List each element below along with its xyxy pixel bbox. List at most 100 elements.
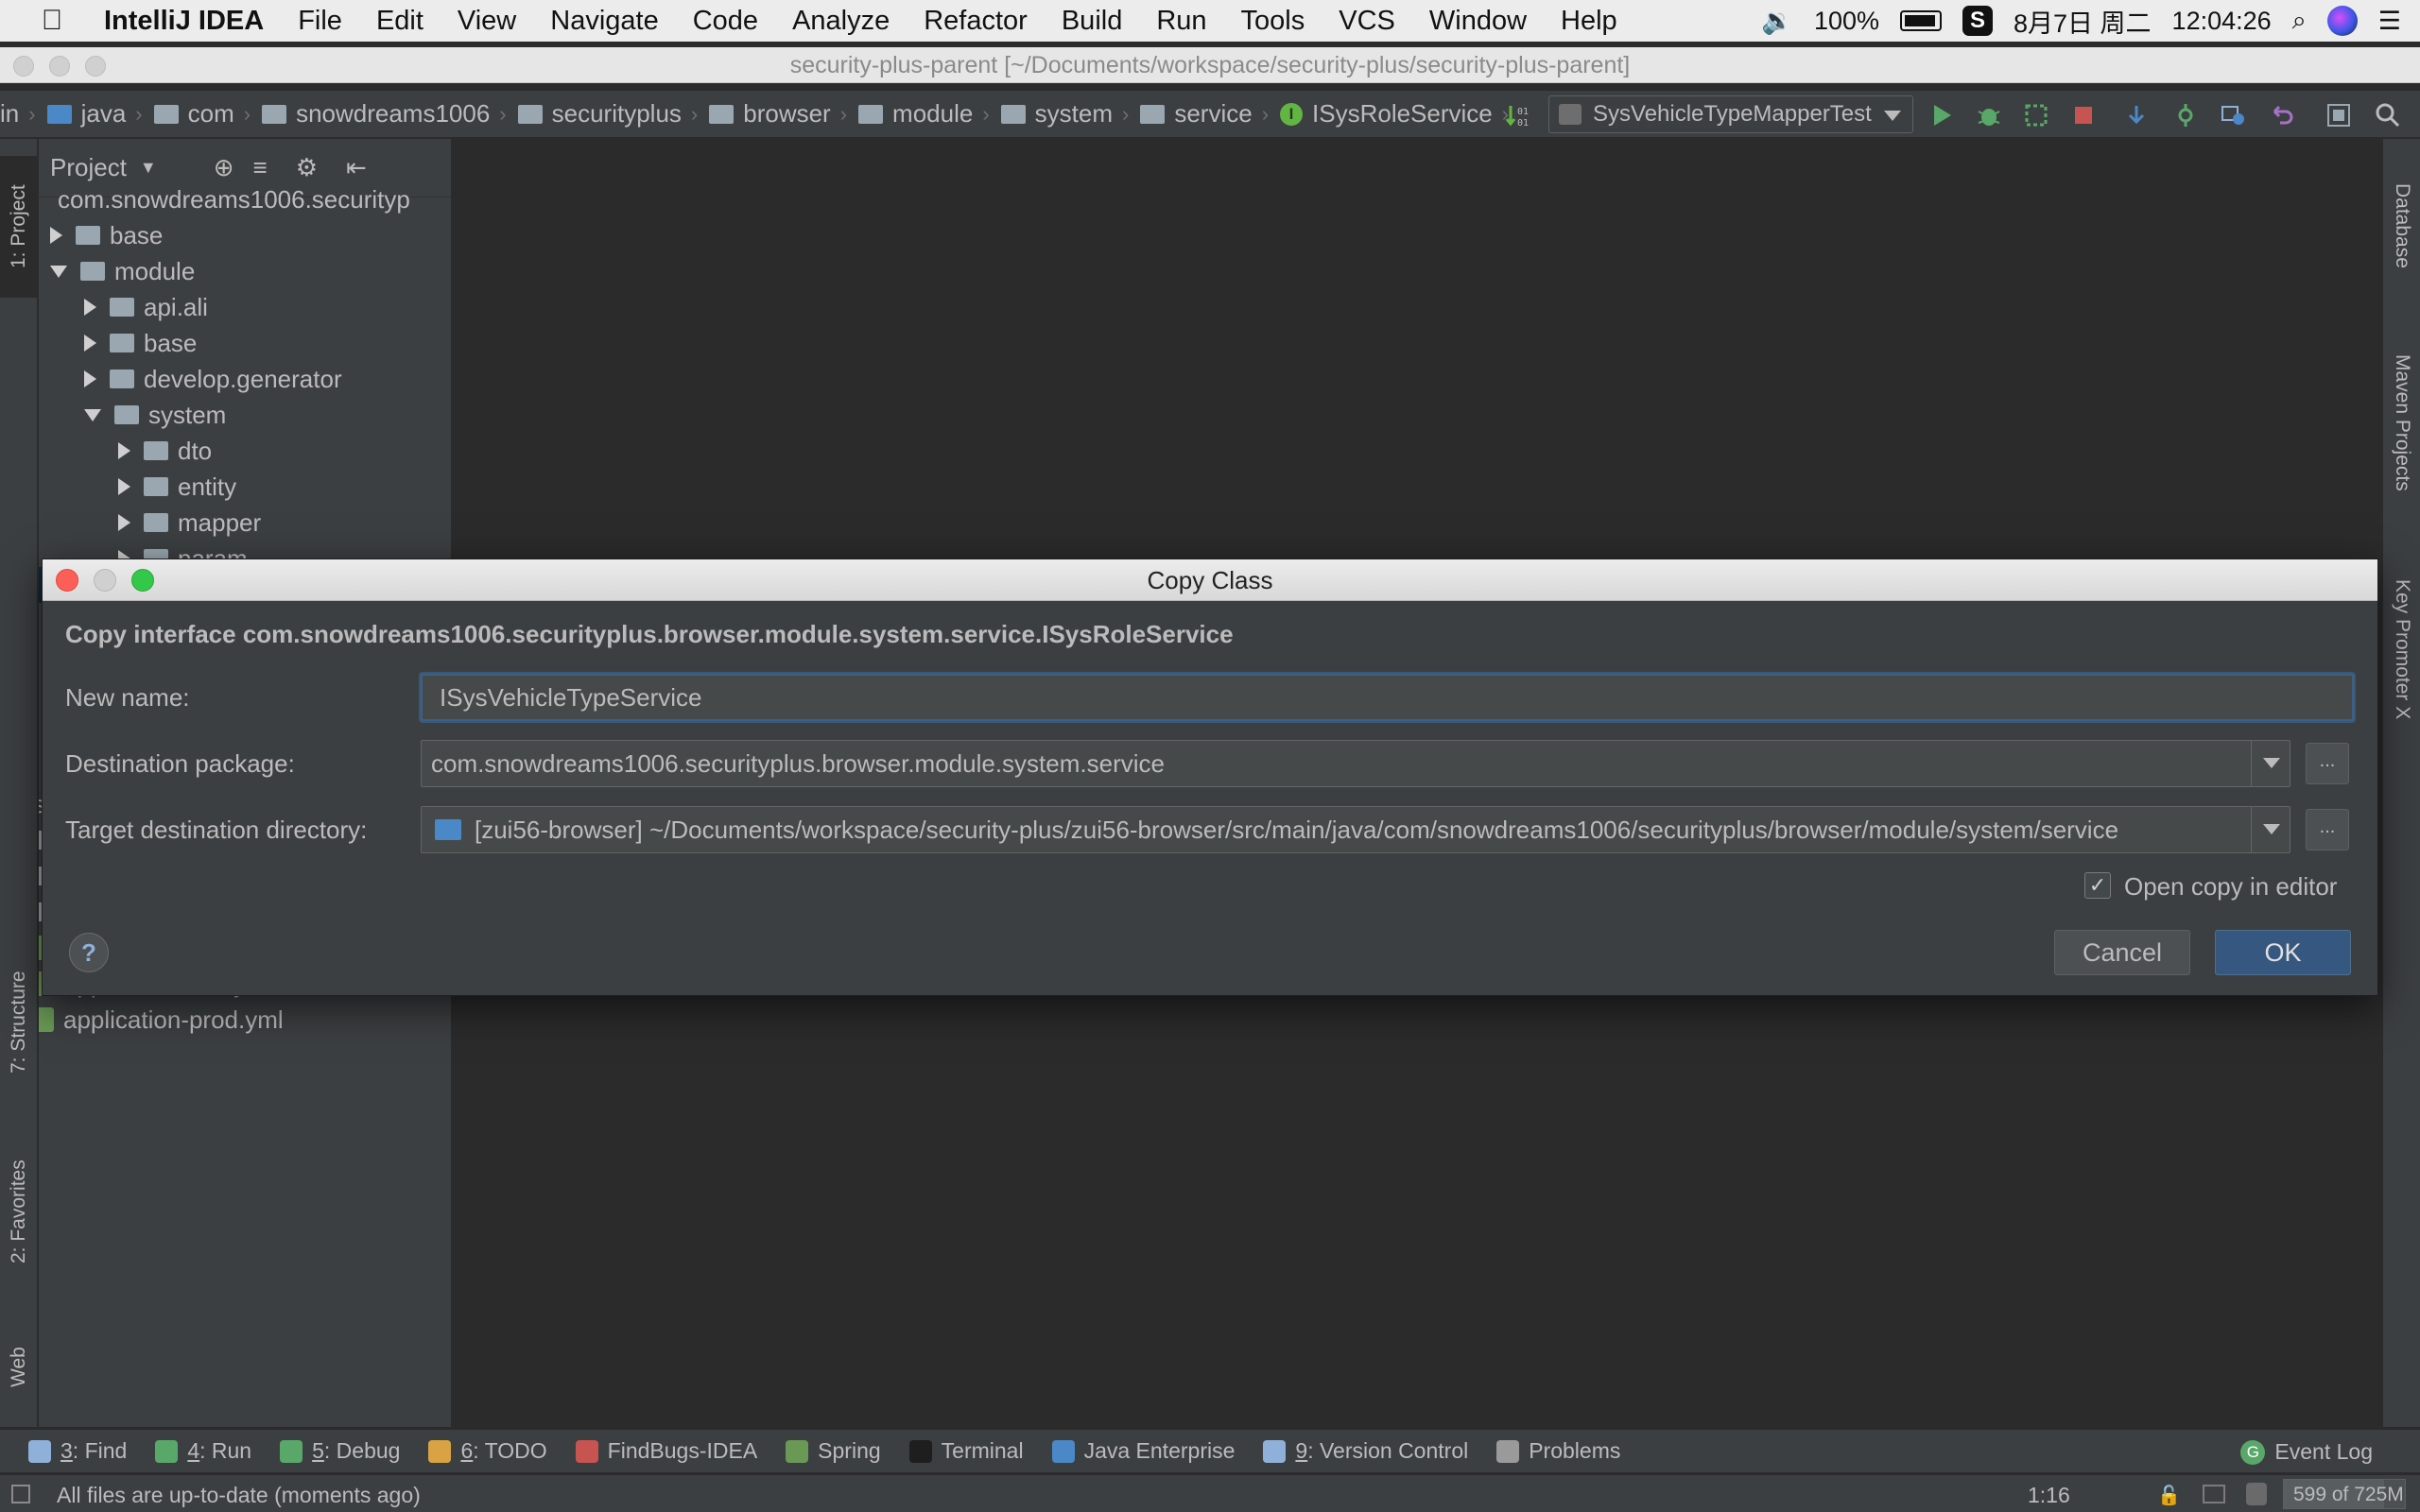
cancel-button[interactable]: Cancel xyxy=(2054,930,2190,975)
clock-date[interactable]: 8月7日 周二 xyxy=(2014,3,2152,40)
new-name-input[interactable]: ISysVehicleTypeService xyxy=(421,674,2354,721)
chevron-right-icon[interactable] xyxy=(84,335,96,352)
dialog-close-button[interactable] xyxy=(56,569,78,592)
breadcrumb-system[interactable]: system › xyxy=(990,99,1129,129)
tree-item-module[interactable]: module xyxy=(50,253,195,289)
clock-time[interactable]: 12:04:26 xyxy=(2172,7,2272,36)
tool-button-debug[interactable]: 5: Debug xyxy=(280,1438,400,1464)
vcs-update-icon[interactable] xyxy=(2123,102,2150,129)
siri-icon[interactable] xyxy=(2326,6,2358,36)
memory-indicator[interactable]: 599 of 725M xyxy=(2283,1479,2406,1509)
menu-code[interactable]: Code xyxy=(676,6,775,37)
tool-button-todo[interactable]: 6: TODO xyxy=(428,1438,547,1464)
breadcrumb-isysroleservice[interactable]: I ISysRoleService › xyxy=(1269,99,1509,129)
menu-tools[interactable]: Tools xyxy=(1224,6,1322,37)
menu-build[interactable]: Build xyxy=(1045,6,1140,37)
event-log-button[interactable]: G Event Log xyxy=(2240,1439,2373,1465)
window-minimize-button[interactable] xyxy=(49,56,70,77)
tab-key-promoter-x[interactable]: Key Promoter X xyxy=(2383,555,2420,744)
destination-package-dropdown[interactable] xyxy=(2251,740,2290,787)
tree-item-com-snowdreams1006-securityp[interactable]: com.snowdreams1006.securityp xyxy=(48,181,410,217)
debug-icon[interactable] xyxy=(1976,102,2002,129)
coverage-icon[interactable] xyxy=(2023,102,2049,129)
chevron-right-icon[interactable] xyxy=(118,478,130,495)
destination-package-input[interactable]: com.snowdreams1006.securityplus.browser.… xyxy=(421,740,2290,787)
chevron-down-icon[interactable]: ▼ xyxy=(140,158,157,178)
lock-icon[interactable]: 🔓 xyxy=(2157,1484,2181,1507)
breadcrumb-service[interactable]: service › xyxy=(1129,99,1269,129)
window-zoom-button[interactable] xyxy=(85,56,106,77)
menu-analyze[interactable]: Analyze xyxy=(775,6,907,37)
tab-structure[interactable]: 7: Structure xyxy=(0,952,38,1093)
dialog-zoom-button[interactable] xyxy=(131,569,154,592)
spotlight-search-icon[interactable]: ⌕ xyxy=(2292,6,2307,36)
vcs-commit-icon[interactable] xyxy=(2172,102,2199,129)
tool-button-java-enterprise[interactable]: Java Enterprise xyxy=(1051,1438,1235,1464)
context-icon[interactable] xyxy=(2203,1485,2225,1503)
ok-button[interactable]: OK xyxy=(2215,930,2351,975)
breadcrumb-com[interactable]: com › xyxy=(143,99,251,129)
menu-vcs[interactable]: VCS xyxy=(1322,6,1412,37)
target-directory-browse-button[interactable]: ... xyxy=(2306,809,2349,850)
tool-button-run[interactable]: 4: Run xyxy=(155,1438,251,1464)
chevron-right-icon[interactable] xyxy=(84,299,96,316)
tab-favorites[interactable]: 2: Favorites xyxy=(0,1141,38,1282)
tree-item-base[interactable]: base xyxy=(50,217,163,253)
tree-item-system[interactable]: system xyxy=(84,397,226,433)
help-button[interactable]: ? xyxy=(69,933,109,972)
caret-position[interactable]: 1:16 xyxy=(2028,1483,2070,1508)
tree-item-dto[interactable]: dto xyxy=(118,433,212,469)
settings-gear-icon[interactable]: ⚙ xyxy=(296,153,318,182)
locate-icon[interactable]: ⊕ xyxy=(214,153,234,182)
destination-package-browse-button[interactable]: ... xyxy=(2306,743,2349,784)
chevron-right-icon[interactable] xyxy=(118,442,130,459)
apple-menu-icon[interactable]:  xyxy=(0,5,104,37)
menu-help[interactable]: Help xyxy=(1544,6,1634,37)
menu-file[interactable]: File xyxy=(281,6,359,37)
tree-item-application-prod-yml[interactable]: application-prod.yml xyxy=(39,1002,284,1038)
run-configuration-select[interactable]: SysVehicleTypeMapperTest xyxy=(1548,95,1913,133)
tab-maven-projects[interactable]: Maven Projects xyxy=(2383,328,2420,517)
vcs-history-icon[interactable] xyxy=(2220,102,2246,129)
hide-panel-icon[interactable]: ⇤ xyxy=(346,153,367,182)
tree-item-develop-generator[interactable]: develop.generator xyxy=(84,361,342,397)
menu-edit[interactable]: Edit xyxy=(359,6,441,37)
menu-navigate[interactable]: Navigate xyxy=(533,6,675,37)
tree-item-api-ali[interactable]: api.ali xyxy=(84,289,208,325)
tab-web[interactable]: Web xyxy=(0,1320,38,1415)
target-directory-select[interactable]: [zui56-browser] ~/Documents/workspace/se… xyxy=(421,806,2290,853)
menu-window[interactable]: Window xyxy=(1412,6,1544,37)
breadcrumb-securityplus[interactable]: securityplus › xyxy=(507,99,698,129)
target-directory-dropdown[interactable] xyxy=(2251,806,2290,853)
open-copy-checkbox[interactable]: ✓ xyxy=(2084,872,2111,899)
chevron-down-icon[interactable] xyxy=(84,408,101,421)
vcs-revert-icon[interactable] xyxy=(2269,102,2295,129)
project-structure-icon[interactable] xyxy=(2325,102,2352,129)
menu-view[interactable]: View xyxy=(441,6,533,37)
inspector-icon[interactable] xyxy=(2246,1483,2267,1505)
tool-button-version-control[interactable]: 9: Version Control xyxy=(1263,1438,1468,1464)
tree-item-entity[interactable]: entity xyxy=(118,469,236,505)
sort-icon[interactable]: 0101 xyxy=(1505,102,1531,129)
chevron-down-icon[interactable] xyxy=(50,265,67,278)
tab-database[interactable]: Database xyxy=(2383,160,2420,292)
tree-item-mapper[interactable]: mapper xyxy=(118,505,261,541)
breadcrumb-in[interactable]: in › xyxy=(0,99,36,129)
run-icon[interactable] xyxy=(1928,102,1955,129)
breadcrumb-java[interactable]: java › xyxy=(36,99,143,129)
volume-icon[interactable]: 🔉 xyxy=(1761,6,1793,36)
project-view-label[interactable]: Project xyxy=(50,153,127,182)
breadcrumb-module[interactable]: module › xyxy=(847,99,990,129)
tool-button-findbugs-idea[interactable]: FindBugs-IDEA xyxy=(575,1438,757,1464)
chevron-right-icon[interactable] xyxy=(84,370,96,387)
tab-project[interactable]: 1: Project xyxy=(0,156,38,298)
tool-button-find[interactable]: 3: Find xyxy=(28,1438,127,1464)
search-everywhere-icon[interactable] xyxy=(2375,102,2401,129)
tree-item-base[interactable]: base xyxy=(84,325,197,361)
app-menu[interactable]: IntelliJ IDEA xyxy=(104,6,281,37)
tool-button-problems[interactable]: Problems xyxy=(1496,1438,1620,1464)
chevron-right-icon[interactable] xyxy=(50,227,62,244)
menu-refactor[interactable]: Refactor xyxy=(907,6,1045,37)
tool-button-terminal[interactable]: Terminal xyxy=(908,1438,1024,1464)
open-copy-label[interactable]: Open copy in editor xyxy=(2124,872,2337,902)
